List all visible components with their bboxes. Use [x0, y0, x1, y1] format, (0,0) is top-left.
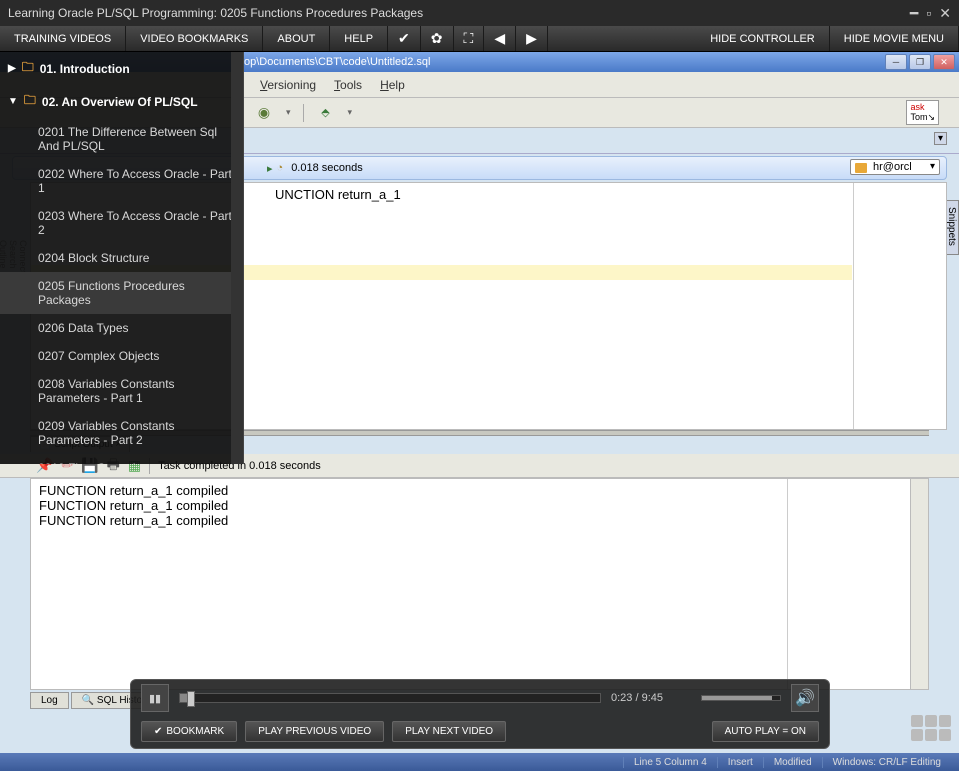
sb-encoding: Windows: CR/LF Editing	[822, 757, 951, 768]
autoplay-toggle[interactable]: AUTO PLAY = ON	[712, 721, 819, 742]
collapse-arrow-icon: ▶	[8, 63, 16, 74]
menu-versioning[interactable]: Versioning	[260, 78, 316, 92]
exec-time: 0.018 seconds	[291, 162, 363, 174]
sidebar-section-2[interactable]: ▼ 🗀 02. An Overview Of PL/SQL	[0, 85, 243, 118]
app-titlebar: Learning Oracle PL/SQL Programming: 0205…	[0, 0, 959, 26]
inner-restore-icon[interactable]: ❐	[909, 54, 931, 70]
sidebar-item-0206[interactable]: 0206 Data Types	[0, 314, 243, 342]
sidebar-item-0204[interactable]: 0204 Block Structure	[0, 244, 243, 272]
play-previous-button[interactable]: PLAY PREVIOUS VIDEO	[245, 721, 384, 742]
menu-about[interactable]: ABOUT	[263, 26, 330, 51]
sb-insert: Insert	[717, 757, 763, 768]
sb-modified: Modified	[763, 757, 822, 768]
output-scrollbar[interactable]	[910, 479, 928, 689]
sidebar-scrollbar[interactable]	[231, 52, 243, 464]
back-nav-icon[interactable]: ◉	[254, 103, 274, 123]
gear-icon[interactable]: ✿	[421, 26, 454, 51]
volume-icon[interactable]: 🔊	[791, 684, 819, 712]
expand-arrow-icon: ▼	[8, 96, 18, 107]
output-panel[interactable]: FUNCTION return_a_1 compiled FUNCTION re…	[30, 478, 929, 690]
folder-icon: 🗀	[22, 58, 34, 79]
video-sidebar: ▶ 🗀 01. Introduction ▼ 🗀 02. An Overview…	[0, 52, 244, 464]
menu-hide-controller[interactable]: HIDE CONTROLLER	[696, 26, 830, 51]
menu-help[interactable]: HELP	[330, 26, 388, 51]
menu-inner-help[interactable]: Help	[380, 78, 405, 92]
timer-icon: ◔	[277, 162, 284, 174]
sidebar-section-1[interactable]: ▶ 🗀 01. Introduction	[0, 52, 243, 85]
menu-bookmarks[interactable]: VIDEO BOOKMARKS	[126, 26, 263, 51]
sidebar-item-0205[interactable]: 0205 Functions Procedures Packages	[0, 272, 243, 314]
volume-slider[interactable]	[701, 695, 781, 701]
sidebar-item-0210[interactable]: 0210 Flow Control	[0, 454, 243, 464]
sidebar-item-0208[interactable]: 0208 Variables Constants Parameters - Pa…	[0, 370, 243, 412]
menu-hide-movie[interactable]: HIDE MOVIE MENU	[830, 26, 959, 51]
inner-minimize-icon[interactable]: ─	[885, 54, 907, 70]
menu-training[interactable]: TRAINING VIDEOS	[0, 26, 126, 51]
run-icon[interactable]: ▸	[267, 162, 273, 175]
main-menubar: TRAINING VIDEOS VIDEO BOOKMARKS ABOUT HE…	[0, 26, 959, 52]
check-icon[interactable]: ✔	[388, 26, 421, 51]
sidebar-item-0203[interactable]: 0203 Where To Access Oracle - Part 2	[0, 202, 243, 244]
tab-dropdown-icon[interactable]: ▾	[934, 132, 947, 145]
asktom-link[interactable]: askTom↘	[906, 100, 939, 125]
progress-slider[interactable]	[179, 693, 601, 703]
bookmark-button[interactable]: ✔ BOOKMARK	[141, 721, 237, 742]
next-arrow-icon[interactable]: ▶	[516, 26, 548, 51]
resize-grip-icon	[911, 715, 951, 741]
inner-close-icon[interactable]: ✕	[933, 54, 955, 70]
sidebar-item-0209[interactable]: 0209 Variables Constants Parameters - Pa…	[0, 412, 243, 454]
menu-tools[interactable]: Tools	[334, 78, 362, 92]
time-display: 0:23 / 9:45	[611, 692, 691, 704]
fullscreen-icon[interactable]: ⛶	[454, 26, 485, 51]
connection-dropdown[interactable]: hr@orcl	[850, 159, 940, 175]
maximize-icon[interactable]: ▫	[926, 5, 931, 22]
sidebar-item-0202[interactable]: 0202 Where To Access Oracle - Part 1	[0, 160, 243, 202]
prev-arrow-icon[interactable]: ◀	[484, 26, 516, 51]
pause-button[interactable]: ▮▮	[141, 684, 169, 712]
video-player: ▮▮ 0:23 / 9:45 🔊 ✔ BOOKMARK PLAY PREVIOU…	[130, 679, 830, 749]
log-tab[interactable]: Log	[30, 692, 69, 709]
sql-icon[interactable]: ⬘	[316, 103, 336, 123]
sidebar-item-0201[interactable]: 0201 The Difference Between Sql And PL/S…	[0, 118, 243, 160]
play-next-button[interactable]: PLAY NEXT VIDEO	[392, 721, 506, 742]
folder-icon: 🗀	[24, 91, 36, 112]
sidebar-item-0207[interactable]: 0207 Complex Objects	[0, 342, 243, 370]
statusbar: Line 5 Column 4 Insert Modified Windows:…	[0, 753, 959, 771]
window-title: Learning Oracle PL/SQL Programming: 0205…	[8, 6, 910, 20]
close-icon[interactable]: ✕	[939, 5, 951, 22]
minimize-icon[interactable]: ━	[910, 5, 918, 22]
sb-line-col: Line 5 Column 4	[623, 757, 717, 768]
